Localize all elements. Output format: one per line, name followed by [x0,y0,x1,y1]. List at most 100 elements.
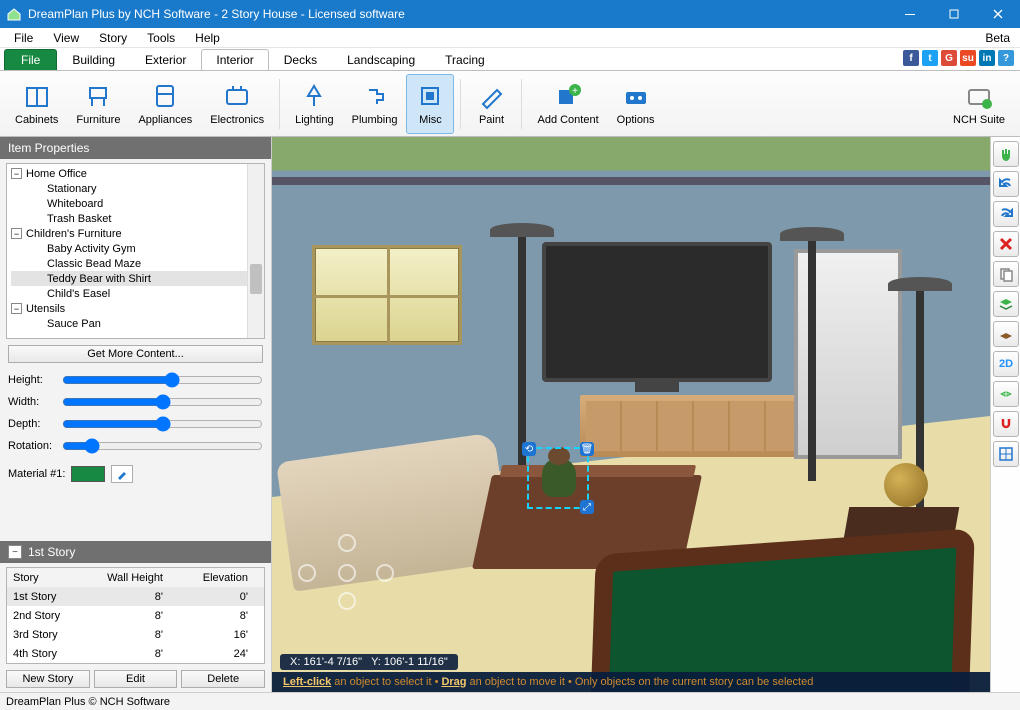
tool-paint[interactable]: Paint [467,74,515,134]
prop-slider[interactable] [62,416,263,432]
material-swatch[interactable] [71,466,105,482]
nch-suite-button[interactable]: NCH Suite [944,74,1014,134]
tree-item[interactable]: Trash Basket [11,211,264,226]
tab-interior[interactable]: Interior [201,49,268,70]
toolbar: Cabinets Furniture Appliances Electronic… [0,70,1020,137]
menu-tools[interactable]: Tools [137,30,185,46]
tab-landscaping[interactable]: Landscaping [332,49,430,70]
undo-icon[interactable] [993,171,1019,197]
edit-story-button[interactable]: Edit [94,670,178,688]
selection-gizmo[interactable]: ⟲ 🗑 ⤢ [527,447,589,509]
delete-handle-icon[interactable]: 🗑 [580,442,594,456]
tab-building[interactable]: Building [57,49,130,70]
window-titlebar: DreamPlan Plus by NCH Software - 2 Story… [0,0,1020,28]
scale-handle-icon[interactable]: ⤢ [580,500,594,514]
menu-help[interactable]: Help [185,30,230,46]
menu-file[interactable]: File [4,30,43,46]
scene-pool-table [589,528,975,692]
tree-group[interactable]: −Utensils [11,301,264,316]
pan-hand-icon[interactable] [993,141,1019,167]
twitter-icon[interactable]: t [922,50,938,66]
menu-bar: File View Story Tools Help Beta [0,28,1020,48]
scene-globe [884,463,928,507]
facebook-icon[interactable]: f [903,50,919,66]
tree-item[interactable]: Child's Easel [11,286,264,301]
scene-lamp [808,241,816,481]
linkedin-icon[interactable]: in [979,50,995,66]
status-bar: DreamPlan Plus © NCH Software [0,692,1020,710]
textures-icon[interactable] [993,321,1019,347]
tab-exterior[interactable]: Exterior [130,49,201,70]
tool-options[interactable]: Options [608,74,664,134]
eyedropper-button[interactable] [111,465,133,483]
item-properties-header: Item Properties [0,137,271,159]
google-plus-icon[interactable]: G [941,50,957,66]
new-story-button[interactable]: New Story [6,670,90,688]
story-panel-toggle[interactable]: − [8,545,22,559]
tree-item[interactable]: Teddy Bear with Shirt [11,271,264,286]
minimize-button[interactable] [888,0,932,28]
table-row[interactable]: 2nd Story8'8' [7,606,264,625]
delete-icon[interactable] [993,231,1019,257]
coordinates-readout: X: 161'-4 7/16" Y: 106'-1 11/16" [280,654,458,670]
tool-electronics[interactable]: Electronics [201,74,273,134]
table-row[interactable]: 3rd Story8'16' [7,625,264,644]
scene-credenza [580,395,800,457]
tool-lighting[interactable]: Lighting [286,74,343,134]
tool-misc[interactable]: Misc [406,74,454,134]
tab-file[interactable]: File [4,49,57,70]
delete-story-button[interactable]: Delete [181,670,265,688]
prop-slider[interactable] [62,394,263,410]
redo-icon[interactable] [993,201,1019,227]
prop-label: Height: [8,374,62,386]
tree-group[interactable]: −Home Office [11,166,264,181]
tree-item[interactable]: Baby Activity Gym [11,241,264,256]
svg-text:+: + [572,86,578,97]
scene-tv [542,242,772,382]
table-row[interactable]: 1st Story8'0' [7,587,264,606]
story-panel-header: − 1st Story [0,541,271,563]
tree-item[interactable]: Stationary [11,181,264,196]
tool-add-content[interactable]: +Add Content [528,74,607,134]
rotate-handle-icon[interactable]: ⟲ [522,442,536,456]
tree-item[interactable]: Sauce Pan [11,316,264,331]
prop-slider[interactable] [62,372,263,388]
nav-gizmo[interactable] [298,534,394,614]
prop-label: Depth: [8,418,62,430]
close-button[interactable] [976,0,1020,28]
maximize-button[interactable] [932,0,976,28]
layers-icon[interactable] [993,291,1019,317]
beta-label: Beta [975,30,1016,46]
menu-story[interactable]: Story [89,30,137,46]
copy-icon[interactable] [993,261,1019,287]
item-tree[interactable]: −Home OfficeStationaryWhiteboardTrash Ba… [6,163,265,339]
tool-furniture[interactable]: Furniture [67,74,129,134]
tree-group[interactable]: −Children's Furniture [11,226,264,241]
menu-view[interactable]: View [43,30,89,46]
tool-plumbing[interactable]: Plumbing [343,74,407,134]
3d-viewport[interactable]: ⟲ 🗑 ⤢ X: 161'-4 7/16" Y: 106'-1 11/16" L… [272,137,990,692]
hint-bar: Left-click an object to select it • Drag… [272,672,990,692]
help-icon[interactable]: ? [998,50,1014,66]
snap-icon[interactable] [993,411,1019,437]
tree-scrollbar[interactable] [247,164,264,338]
app-icon [6,6,22,22]
story-table[interactable]: Story Wall Height Elevation 1st Story8'0… [6,567,265,664]
measure-icon[interactable] [993,441,1019,467]
tab-tracing[interactable]: Tracing [430,49,500,70]
tree-item[interactable]: Whiteboard [11,196,264,211]
grid-icon[interactable] [993,381,1019,407]
material-label: Material #1: [8,468,65,480]
table-row[interactable]: 4th Story8'24' [7,644,264,663]
prop-label: Rotation: [8,440,62,452]
get-more-content-button[interactable]: Get More Content... [8,345,263,363]
right-toolstrip: 2D [990,137,1020,692]
tree-item[interactable]: Classic Bead Maze [11,256,264,271]
tab-decks[interactable]: Decks [269,49,332,70]
2d-view-button[interactable]: 2D [993,351,1019,377]
stumbleupon-icon[interactable]: su [960,50,976,66]
prop-slider[interactable] [62,438,263,454]
tool-appliances[interactable]: Appliances [129,74,201,134]
window-title: DreamPlan Plus by NCH Software - 2 Story… [28,7,888,21]
tool-cabinets[interactable]: Cabinets [6,74,67,134]
